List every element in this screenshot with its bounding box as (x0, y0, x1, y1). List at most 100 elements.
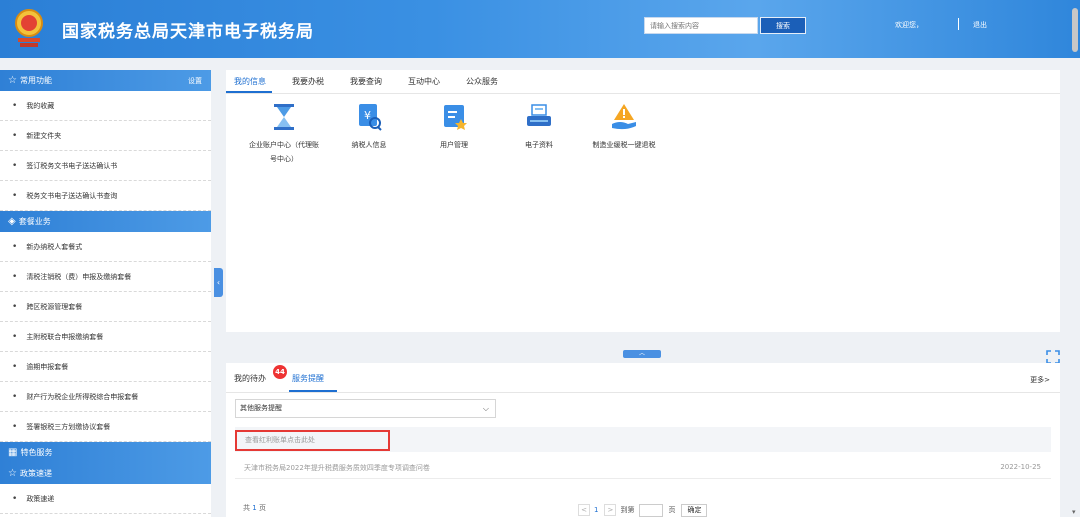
scanner-icon (527, 104, 551, 126)
logout-link[interactable]: 退出 (973, 20, 987, 30)
main-tabs: 我的信息 我要办税 我要查询 互动中心 公众服务 (226, 70, 1060, 94)
hourglass-icon (274, 104, 294, 130)
bullet-icon: • (12, 391, 18, 402)
sidebar-item-policy-express[interactable]: • 政策速递 (0, 484, 211, 514)
tab-my-todo[interactable]: 我的待办 (234, 373, 266, 384)
news-date: 2022-10-25 (1000, 463, 1041, 471)
bullet-icon: • (12, 421, 18, 432)
bullet-icon: • (12, 190, 18, 201)
sidebar-item-confirmation-query[interactable]: • 税务文书电子送达确认书查询 (0, 181, 211, 211)
service-label: 纳税人信息 (351, 141, 387, 149)
header-bar: 国家税务总局天津市电子税务局 搜索 欢迎您， 退出 (0, 0, 1080, 58)
sidebar-item-overdue-filing[interactable]: • 逾期申报套餐 (0, 352, 211, 382)
sidebar-item-bank-agreement[interactable]: • 签署银税三方划缴协议套餐 (0, 412, 211, 442)
page-scrollbar[interactable] (1072, 8, 1078, 52)
warning-hand-icon (612, 104, 636, 130)
sidebar-item-label: 税务文书电子送达确认书查询 (26, 191, 118, 200)
bullet-icon: • (12, 271, 18, 282)
sidebar-item-label: 跨区税源管理套餐 (26, 302, 83, 311)
confirm-button[interactable]: 确定 (681, 503, 708, 517)
tab-query[interactable]: 我要查询 (350, 76, 382, 87)
service-electronic-documents[interactable]: 电子资料 (494, 102, 584, 152)
more-link[interactable]: 更多> (1030, 375, 1050, 385)
sidebar-item-favorites[interactable]: • 我的收藏 (0, 91, 211, 121)
panel-expand-handle[interactable]: ︿ (623, 350, 661, 358)
sidebar-item-sign-confirmation[interactable]: • 签订税务文书电子送达确认书 (0, 151, 211, 181)
pagination: < 1 > 到第 页 确定 (578, 503, 708, 517)
search-button[interactable]: 搜索 (760, 17, 806, 34)
service-taxpayer-info[interactable]: ¥ 纳税人信息 (324, 102, 414, 152)
page-number-input[interactable] (639, 503, 664, 517)
user-card-icon (444, 105, 467, 130)
tab-tax-handling[interactable]: 我要办税 (292, 76, 324, 87)
sidebar-collapse-toggle[interactable]: ‹ (214, 268, 223, 297)
chevron-left-icon: ‹ (216, 278, 221, 287)
tab-service-reminder[interactable]: 服务提醒 (292, 373, 324, 384)
bullet-icon: • (12, 361, 18, 372)
sidebar: ☆ 常用功能 设置 • 我的收藏 • 新建文件夹 • 签订税务文书电子送达确认书 • 税… (0, 70, 211, 517)
section-title: 政策速递 (19, 469, 52, 478)
site-title: 国家税务总局天津市电子税务局 (62, 22, 314, 42)
prev-page-button[interactable]: < (578, 504, 590, 516)
scroll-down-arrow-icon[interactable]: ▾ (1072, 508, 1076, 516)
sidebar-item-cross-region[interactable]: • 跨区税源管理套餐 (0, 292, 211, 322)
header-divider (958, 18, 959, 30)
sidebar-item-label: 主附税联合申报缴纳套餐 (26, 332, 104, 341)
sidebar-item-label: 清税注销税（费）申报及缴纳套餐 (26, 272, 132, 281)
search-input[interactable] (644, 17, 758, 34)
sidebar-item-new-taxpayer[interactable]: • 新办纳税人套餐式 (0, 232, 211, 262)
sidebar-item-label: 签署银税三方划缴协议套餐 (26, 422, 111, 431)
sidebar-item-new-folder[interactable]: • 新建文件夹 (0, 121, 211, 151)
sidebar-item-deregistration[interactable]: • 清税注销税（费）申报及缴纳套餐 (0, 262, 211, 292)
section-title: 特色服务 (20, 448, 53, 457)
tab-interaction[interactable]: 互动中心 (408, 76, 440, 87)
select-value: 其他服务提醒 (240, 404, 282, 412)
sidebar-section-packages[interactable]: ◈ 套餐业务 (0, 211, 211, 232)
tab-my-info[interactable]: 我的信息 (234, 76, 266, 87)
active-tab-indicator (226, 91, 272, 93)
section-title: 常用功能 (19, 76, 52, 85)
sidebar-item-label: 我的收藏 (26, 101, 55, 110)
bullet-icon: • (12, 130, 18, 141)
total-pages: 共 1 页 (243, 504, 266, 512)
service-label: 企业账户中心（代理账 号中心） (249, 141, 319, 163)
sidebar-item-label: 新办纳税人套餐式 (26, 242, 83, 251)
todo-reminder-panel: 我的待办 44 服务提醒 更多> 其他服务提醒 ⌵ 查看红利账单点击此处 天津市… (226, 363, 1060, 517)
service-label: 制造业缓税一键退税 (592, 141, 656, 149)
fullscreen-icon[interactable] (1046, 350, 1060, 364)
reminder-type-select[interactable]: 其他服务提醒 ⌵ (235, 399, 496, 418)
list-item: 天津市税务局2022年提升税费服务质效四季度专项调查问卷 2022-10-25 (235, 459, 1051, 479)
dividend-bill-link[interactable]: 查看红利账单点击此处 (235, 430, 390, 451)
star-icon: ☆ (8, 75, 17, 86)
service-enterprise-account[interactable]: 企业账户中心（代理账 号中心） (239, 102, 329, 166)
chevron-up-icon: ︿ (638, 350, 645, 357)
taxpayer-search-icon: ¥ (359, 104, 382, 131)
my-info-panel: 我的信息 我要办税 我要查询 互动中心 公众服务 企业账户中心（代理账 号中心） … (226, 70, 1060, 332)
current-page[interactable]: 1 (594, 506, 598, 514)
section-title: 套餐业务 (18, 217, 51, 226)
grid-icon: ▦ (8, 447, 18, 458)
sidebar-item-property-tax[interactable]: • 财产行为税企业所得税综合申报套餐 (0, 382, 211, 412)
bullet-icon: • (12, 241, 18, 252)
sidebar-item-joint-filing[interactable]: • 主附税联合申报缴纳套餐 (0, 322, 211, 352)
news-title-link[interactable]: 天津市税务局2022年提升税费服务质效四季度专项调查问卷 (244, 463, 430, 473)
bullet-icon: • (12, 301, 18, 312)
bullet-icon: • (12, 160, 18, 171)
welcome-text: 欢迎您， (895, 21, 923, 29)
sidebar-item-label: 签订税务文书电子送达确认书 (26, 161, 118, 170)
service-label: 电子资料 (525, 141, 553, 149)
tab-public-service[interactable]: 公众服务 (466, 76, 498, 87)
bullet-icon: • (12, 493, 18, 504)
service-user-management[interactable]: 用户管理 (409, 102, 499, 152)
next-page-button[interactable]: > (604, 504, 617, 516)
page-unit-label: 页 (668, 506, 676, 514)
todo-count-badge: 44 (273, 365, 287, 379)
sidebar-section-special[interactable]: ▦ 特色服务 (0, 442, 211, 463)
sidebar-section-common[interactable]: ☆ 常用功能 设置 (0, 70, 211, 91)
sidebar-section-policy[interactable]: ☆ 政策速递 (0, 463, 211, 484)
notice-row: 查看红利账单点击此处 (235, 427, 1051, 452)
bullet-icon: • (12, 331, 18, 342)
settings-link[interactable]: 设置 (188, 76, 202, 86)
service-manufacturing-refund[interactable]: 制造业缓税一键退税 (579, 102, 669, 152)
tab-divider (226, 392, 1060, 393)
